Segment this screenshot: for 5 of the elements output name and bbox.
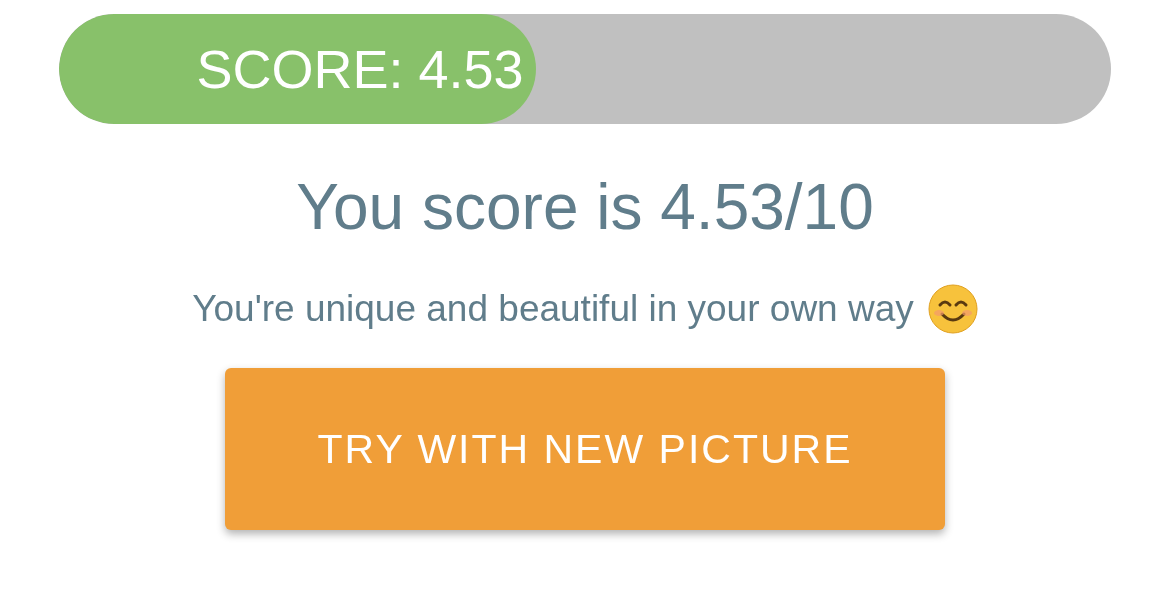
score-message: You're unique and beautiful in your own way — [192, 288, 914, 330]
try-new-picture-button[interactable]: TRY WITH NEW PICTURE — [225, 368, 945, 530]
score-label: SCORE: 4.53 — [196, 38, 524, 100]
score-result: You score is 4.53/10 — [296, 170, 874, 244]
smiling-face-icon — [927, 284, 978, 334]
